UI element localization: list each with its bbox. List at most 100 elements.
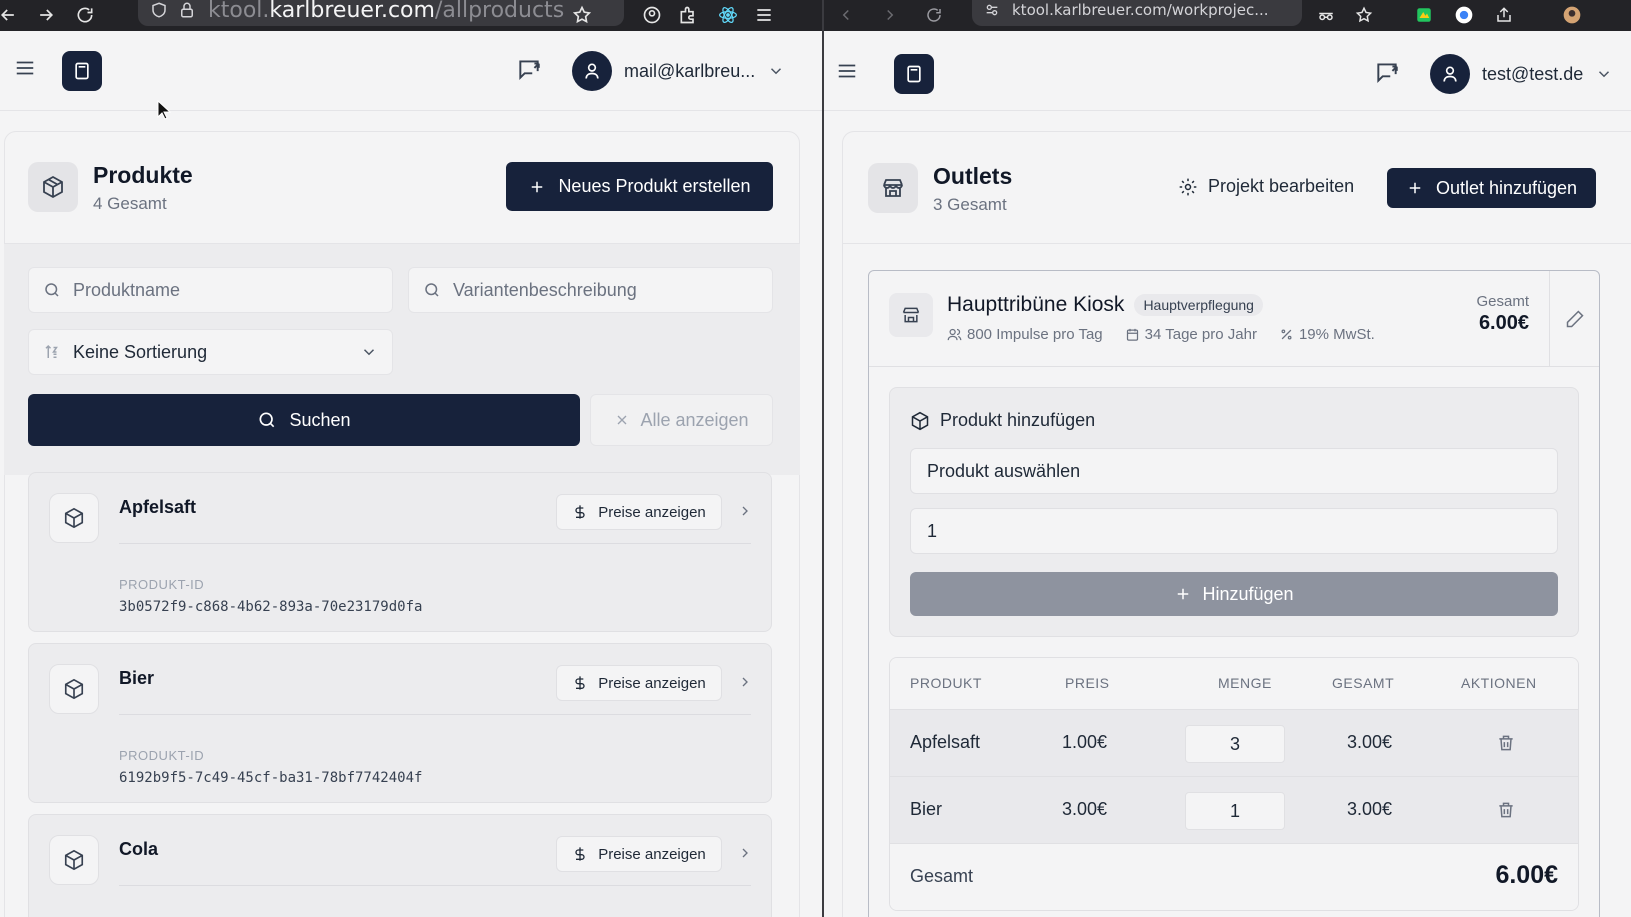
- url-prefix: ktool.: [208, 0, 270, 23]
- trash-icon[interactable]: [1496, 800, 1516, 820]
- days-text: 34 Tage pro Jahr: [1144, 326, 1257, 343]
- extensions-icon[interactable]: [676, 3, 700, 27]
- forward-arrow-icon[interactable]: [878, 3, 902, 27]
- dollar-icon: [572, 504, 588, 520]
- chevron-right-icon[interactable]: [737, 674, 753, 690]
- forward-arrow-icon[interactable]: [34, 3, 58, 27]
- add-product-panel: Produkt hinzufügen Produkt auswählen 1 H…: [889, 387, 1579, 637]
- share-icon[interactable]: [1492, 3, 1516, 27]
- user-menu[interactable]: test@test.de: [1430, 54, 1613, 94]
- sort-select[interactable]: Keine Sortierung: [28, 329, 393, 375]
- new-product-button[interactable]: Neues Produkt erstellen: [506, 162, 773, 211]
- account-icon[interactable]: [640, 3, 664, 27]
- sort-value: Keine Sortierung: [73, 341, 208, 362]
- footer-total-value: 6.00€: [1495, 861, 1558, 889]
- edit-project-button[interactable]: Projekt bearbeiten: [1178, 176, 1354, 197]
- avatar-icon: [1430, 54, 1470, 94]
- show-prices-button[interactable]: Preise anzeigen: [556, 665, 722, 701]
- chevron-right-icon[interactable]: [737, 503, 753, 519]
- bookmark-star-icon[interactable]: [1352, 3, 1376, 27]
- profile-icon[interactable]: [1452, 3, 1476, 27]
- back-arrow-icon[interactable]: [0, 3, 20, 27]
- add-product-button[interactable]: Hinzufügen: [910, 572, 1558, 616]
- product-name-search-input[interactable]: Produktname: [28, 267, 393, 313]
- outlet-category-tag: Hauptverpflegung: [1134, 294, 1263, 316]
- product-name-placeholder: Produktname: [73, 279, 181, 300]
- plus-icon: [528, 178, 546, 196]
- store-icon: [889, 293, 933, 337]
- show-prices-button[interactable]: Preise anzeigen: [556, 494, 722, 530]
- user-menu[interactable]: mail@karlbreu...: [572, 51, 785, 91]
- new-product-label: Neues Produkt erstellen: [558, 176, 751, 196]
- show-prices-label: Preise anzeigen: [598, 503, 706, 521]
- row-quantity-value: 3: [1229, 733, 1240, 754]
- address-bar[interactable]: ktool. karlbreuer.com/allproducts: [138, 0, 624, 26]
- divider: [119, 543, 751, 544]
- bookmark-star-icon[interactable]: [570, 3, 594, 27]
- search-button-label: Suchen: [289, 409, 351, 430]
- product-count: 4 Gesamt: [93, 194, 167, 213]
- product-select[interactable]: Produkt auswählen: [910, 448, 1558, 494]
- package-icon: [28, 162, 78, 212]
- sort-icon: [43, 343, 61, 361]
- hamburger-menu-icon[interactable]: [14, 57, 36, 79]
- users-icon: [947, 328, 962, 341]
- chevron-right-icon[interactable]: [737, 845, 753, 861]
- variant-search-input[interactable]: Variantenbeschreibung: [408, 267, 773, 313]
- package-icon: [911, 411, 929, 430]
- add-outlet-button[interactable]: Outlet hinzufügen: [1387, 168, 1596, 208]
- product-card: Cola Preise anzeigen: [28, 814, 772, 917]
- divider: [842, 243, 1631, 244]
- browser-menu-icon[interactable]: [752, 3, 776, 27]
- back-arrow-icon[interactable]: [834, 3, 858, 27]
- show-all-button[interactable]: Alle anzeigen: [590, 394, 773, 446]
- user-email: test@test.de: [1482, 63, 1584, 84]
- show-all-label: Alle anzeigen: [640, 409, 749, 430]
- show-prices-button[interactable]: Preise anzeigen: [556, 836, 722, 872]
- react-devtools-icon[interactable]: [716, 3, 740, 27]
- trash-icon[interactable]: [1496, 733, 1516, 753]
- extension-icon[interactable]: [1412, 3, 1436, 27]
- add-outlet-label: Outlet hinzufügen: [1435, 177, 1578, 198]
- site-info-icon: [984, 2, 1000, 18]
- calculator-logo-icon[interactable]: [894, 54, 934, 94]
- quantity-input[interactable]: 1: [910, 508, 1558, 554]
- column-header-product: PRODUKT: [910, 675, 982, 691]
- address-bar[interactable]: ktool.karlbreuer.com/workprojec...: [972, 0, 1302, 26]
- url-domain: karlbreuer.com: [269, 0, 435, 23]
- window-divider: [822, 0, 824, 917]
- right-browser-window: ktool.karlbreuer.com/workprojec... test@…: [822, 0, 1631, 917]
- avatar-icon: [572, 51, 612, 91]
- hamburger-menu-icon[interactable]: [836, 60, 858, 82]
- outlet-meta: 800 Impulse pro Tag 34 Tage pro Jahr 19%…: [947, 326, 1375, 343]
- row-product: Apfelsaft: [910, 732, 981, 752]
- outlet-total-label: Gesamt: [1476, 293, 1529, 310]
- package-icon: [49, 493, 99, 543]
- incognito-icon[interactable]: [1314, 3, 1338, 27]
- calculator-logo-icon[interactable]: [62, 51, 102, 91]
- vat-meta: 19% MwSt.: [1279, 326, 1375, 343]
- column-header-price: PREIS: [1065, 675, 1110, 691]
- edit-outlet-button[interactable]: [1549, 271, 1599, 366]
- chevron-down-icon: [360, 343, 378, 361]
- product-name: Bier: [119, 668, 155, 688]
- account-avatar-icon[interactable]: [1560, 3, 1584, 27]
- reload-icon[interactable]: [922, 3, 946, 27]
- lock-icon: [181, 2, 193, 18]
- app-header: mail@karlbreu...: [0, 31, 822, 111]
- feedback-icon[interactable]: [1374, 59, 1400, 85]
- package-icon: [49, 835, 99, 885]
- product-name: Cola: [119, 839, 159, 859]
- search-button[interactable]: Suchen: [28, 394, 580, 446]
- reload-icon[interactable]: [73, 3, 97, 27]
- table-row: Bier 3.00€ 1 3.00€: [890, 777, 1578, 844]
- chevron-down-icon: [1595, 65, 1613, 83]
- row-total: 3.00€: [1347, 732, 1393, 752]
- row-quantity-input[interactable]: 3: [1185, 725, 1285, 763]
- outlet-products-table: PRODUKT PREIS MENGE GESAMT AKTIONEN Apfe…: [889, 657, 1579, 911]
- gear-icon: [1178, 177, 1198, 197]
- feedback-icon[interactable]: [516, 56, 542, 82]
- row-quantity-input[interactable]: 1: [1185, 792, 1285, 830]
- outlet-title-row: Haupttribüne Kiosk Hauptverpflegung: [947, 293, 1263, 317]
- outlet-card: Haupttribüne Kiosk Hauptverpflegung 800 …: [868, 270, 1600, 917]
